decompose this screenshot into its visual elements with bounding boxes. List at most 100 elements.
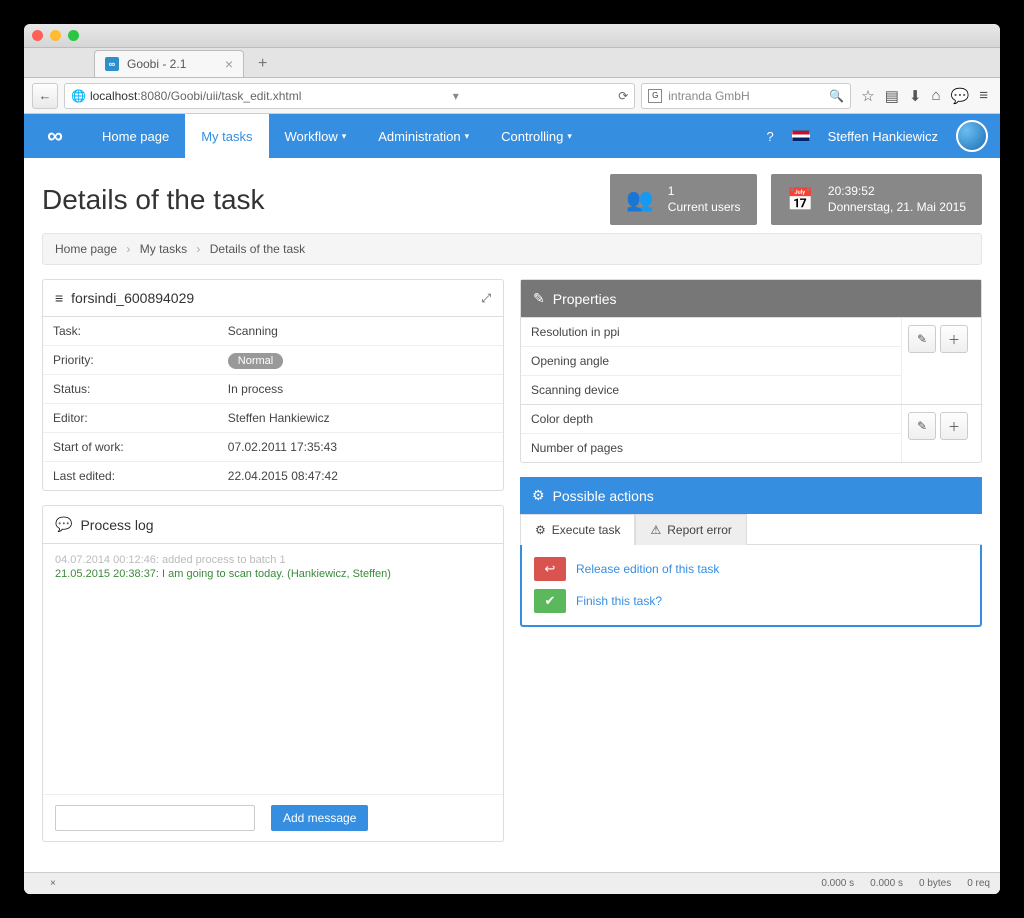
status-bar: × 0.000 s 0.000 s 0 bytes 0 req xyxy=(24,872,1000,894)
download-icon[interactable]: ⬇ xyxy=(909,87,922,105)
reader-icon[interactable]: ▾ xyxy=(453,89,459,103)
chevron-down-icon: ▾ xyxy=(567,131,572,142)
label-priority: Priority: xyxy=(43,346,218,375)
message-input[interactable] xyxy=(55,805,255,831)
possible-actions-panel: ⚙ Possible actions ⚙Execute task ⚠Report… xyxy=(520,477,982,627)
properties-panel: ✎ Properties Resolution in ppi Opening a… xyxy=(520,279,982,463)
edit-property-button[interactable]: ✎ xyxy=(908,325,936,353)
breadcrumb-mytasks[interactable]: My tasks xyxy=(140,242,187,256)
nav-home[interactable]: Home page xyxy=(86,114,185,158)
value-status: In process xyxy=(218,375,503,404)
label-start: Start of work: xyxy=(43,433,218,462)
processlog-body: 04.07.2014 00:12:46: added process to ba… xyxy=(43,544,503,794)
possible-actions-title: Possible actions xyxy=(553,488,654,504)
maximize-window-button[interactable] xyxy=(68,30,79,41)
new-tab-button[interactable]: + xyxy=(250,51,275,77)
calendar-icon: 📅 xyxy=(787,187,814,213)
label-edited: Last edited: xyxy=(43,462,218,491)
content: Details of the task 👥 1 Current users 📅 … xyxy=(24,158,1000,872)
url-host: localhost xyxy=(90,89,137,103)
titlebar xyxy=(24,24,1000,48)
star-icon[interactable]: ☆ xyxy=(861,87,874,105)
search-icon: 🔍 xyxy=(829,89,844,103)
main-nav: Home page My tasks Workflow▾ Administrat… xyxy=(86,114,588,158)
prop-scanning-device: Scanning device xyxy=(521,375,901,404)
time: 20:39:52 xyxy=(828,184,966,200)
header-right: ? Steffen Hankiewicz xyxy=(766,114,1000,158)
breadcrumb-home[interactable]: Home page xyxy=(55,242,117,256)
tab-report-error[interactable]: ⚠Report error xyxy=(635,514,746,545)
browser-window: ∞ Goobi - 2.1 × + ← 🌐 localhost:8080/Goo… xyxy=(24,24,1000,894)
tab-execute[interactable]: ⚙Execute task xyxy=(520,514,635,545)
language-flag-icon[interactable] xyxy=(792,130,810,142)
processlog-panel: 💬 Process log 04.07.2014 00:12:46: added… xyxy=(42,505,504,842)
home-icon[interactable]: ⌂ xyxy=(931,87,940,105)
help-icon[interactable]: ? xyxy=(766,129,773,144)
page-title: Details of the task xyxy=(42,184,596,216)
add-property-button[interactable]: ＋ xyxy=(940,325,968,353)
app-logo[interactable]: ∞ xyxy=(24,114,86,158)
chevron-down-icon: ▾ xyxy=(342,131,347,142)
nav-mytasks[interactable]: My tasks xyxy=(185,114,268,158)
minimize-window-button[interactable] xyxy=(50,30,61,41)
menu-icon[interactable]: ≡ xyxy=(979,87,988,105)
app-viewport: ∞ Home page My tasks Workflow▾ Administr… xyxy=(24,114,1000,894)
finish-link[interactable]: Finish this task? xyxy=(576,594,662,608)
comment-icon: 💬 xyxy=(55,516,72,533)
property-group-2: Color depth Number of pages ✎ ＋ xyxy=(521,405,981,462)
priority-badge: Normal xyxy=(228,353,283,369)
reload-icon[interactable]: ⟳ xyxy=(618,89,628,103)
label-task: Task: xyxy=(43,317,218,346)
users-icon: 👥 xyxy=(626,187,653,213)
search-engine-icon: G xyxy=(648,89,662,103)
log-entry-1: 04.07.2014 00:12:46: added process to ba… xyxy=(55,554,491,566)
nav-controlling[interactable]: Controlling▾ xyxy=(485,114,588,158)
globe-icon: 🌐 xyxy=(71,89,86,103)
back-button[interactable]: ← xyxy=(32,83,58,109)
nav-administration[interactable]: Administration▾ xyxy=(362,114,485,158)
users-infobox: 👥 1 Current users xyxy=(610,174,756,225)
tab-title: Goobi - 2.1 xyxy=(127,57,186,71)
edit-icon: ✎ xyxy=(533,290,545,307)
processlog-header: 💬 Process log xyxy=(43,506,503,544)
library-icon[interactable]: ▤ xyxy=(885,87,899,105)
task-panel-title: forsindi_600894029 xyxy=(71,290,194,306)
datetime-infobox: 📅 20:39:52 Donnerstag, 21. Mai 2015 xyxy=(771,174,983,225)
close-tab-icon[interactable]: × xyxy=(225,56,233,72)
task-panel: ≡ forsindi_600894029 ⤢ Task:Scanning Pri… xyxy=(42,279,504,491)
edit-property-button[interactable]: ✎ xyxy=(908,412,936,440)
statusbar-close-icon[interactable]: × xyxy=(50,878,56,889)
expand-icon[interactable]: ⤢ xyxy=(481,291,491,306)
value-priority: Normal xyxy=(218,346,503,375)
search-placeholder: intranda GmbH xyxy=(668,89,749,103)
release-link[interactable]: Release edition of this task xyxy=(576,562,719,576)
value-start: 07.02.2011 17:35:43 xyxy=(218,433,503,462)
close-window-button[interactable] xyxy=(32,30,43,41)
nav-workflow[interactable]: Workflow▾ xyxy=(269,114,363,158)
breadcrumb: Home page › My tasks › Details of the ta… xyxy=(42,233,982,265)
users-count: 1 xyxy=(668,184,741,200)
value-editor: Steffen Hankiewicz xyxy=(218,404,503,433)
url-bar[interactable]: 🌐 localhost:8080/Goobi/uii/task_edit.xht… xyxy=(64,83,635,109)
page-header: Details of the task 👥 1 Current users 📅 … xyxy=(42,174,982,225)
gear-icon: ⚙ xyxy=(532,487,545,504)
favicon-icon: ∞ xyxy=(105,57,119,71)
avatar[interactable] xyxy=(956,120,988,152)
breadcrumb-current: Details of the task xyxy=(210,242,305,256)
date: Donnerstag, 21. Mai 2015 xyxy=(828,200,966,216)
chat-icon[interactable]: 💬 xyxy=(951,87,970,105)
url-path: :8080/Goobi/uii/task_edit.xhtml xyxy=(137,89,301,103)
actions-body: ↩ Release edition of this task ✔ Finish … xyxy=(520,545,982,627)
browser-tab[interactable]: ∞ Goobi - 2.1 × xyxy=(94,50,244,77)
value-edited: 22.04.2015 08:47:42 xyxy=(218,462,503,491)
undo-icon[interactable]: ↩ xyxy=(534,557,566,581)
app-header: ∞ Home page My tasks Workflow▾ Administr… xyxy=(24,114,1000,158)
add-property-button[interactable]: ＋ xyxy=(940,412,968,440)
username[interactable]: Steffen Hankiewicz xyxy=(828,129,938,144)
prop-pages: Number of pages xyxy=(521,433,901,462)
search-bar[interactable]: G intranda GmbH 🔍 xyxy=(641,83,851,109)
users-label: Current users xyxy=(668,200,741,216)
check-icon[interactable]: ✔ xyxy=(534,589,566,613)
status-bytes: 0 bytes xyxy=(919,878,951,889)
add-message-button[interactable]: Add message xyxy=(271,805,368,831)
